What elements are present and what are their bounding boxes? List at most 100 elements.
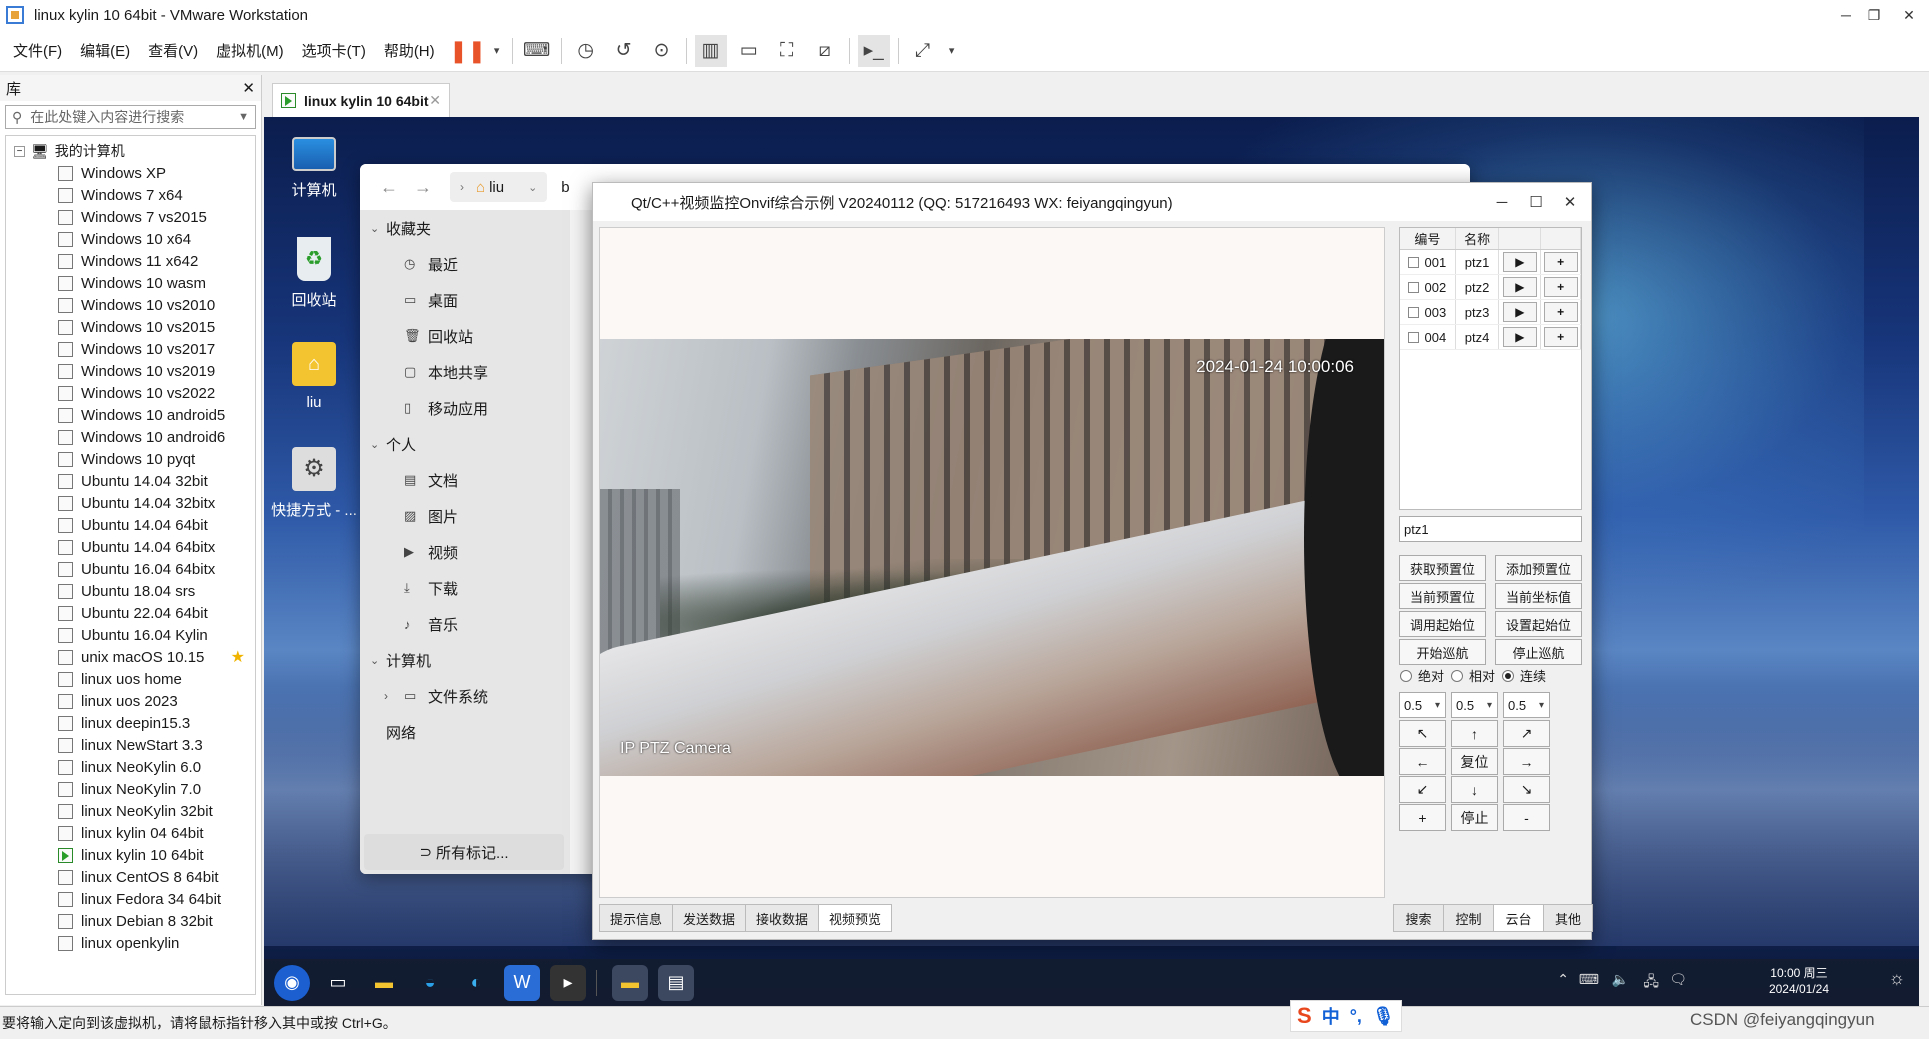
bottom-tab[interactable]: 视频预览 bbox=[818, 904, 893, 932]
unity-icon[interactable]: ⧄ bbox=[809, 35, 841, 67]
fullscreen-icon[interactable]: ⛶ bbox=[771, 35, 803, 67]
forward-icon[interactable]: → bbox=[406, 177, 440, 198]
tree-item[interactable]: linux uos 2023 bbox=[6, 690, 255, 712]
console-icon[interactable]: ▸_ bbox=[857, 34, 890, 67]
tree-item[interactable]: linux kylin 10 64bit bbox=[6, 844, 255, 866]
ptz-row[interactable]: 003 ptz3 ▶ + bbox=[1400, 300, 1581, 325]
taskbar-clock[interactable]: 10:00 周三 2024/01/24 bbox=[1769, 965, 1829, 997]
microphone-icon[interactable]: 🎙 bbox=[1372, 1006, 1395, 1027]
bottom-tab[interactable]: 提示信息 bbox=[599, 904, 673, 932]
chevron-down-icon[interactable]: ▾ bbox=[945, 35, 959, 67]
chevron-down-icon[interactable]: ⌄ bbox=[370, 222, 386, 235]
menu-view[interactable]: 查看(V) bbox=[139, 30, 207, 72]
fm-sidebar-item[interactable]: ◷ 最近 bbox=[360, 246, 570, 282]
ptz-row[interactable]: 004 ptz4 ▶ + bbox=[1400, 325, 1581, 350]
chevron-down-icon[interactable]: ⌄ bbox=[370, 654, 386, 667]
radio-dot[interactable] bbox=[1502, 669, 1514, 682]
ptz-action-button[interactable]: 设置起始位 bbox=[1495, 611, 1582, 637]
close-icon[interactable]: ✕ bbox=[429, 92, 441, 109]
add-button[interactable]: + bbox=[1543, 327, 1578, 347]
column-header[interactable]: 编号 bbox=[1400, 228, 1456, 249]
tree-item[interactable]: Windows 10 vs2017 bbox=[6, 338, 255, 360]
tree-root[interactable]: − 🖥 我的计算机 bbox=[6, 140, 255, 162]
tree-item[interactable]: Ubuntu 14.04 64bitx bbox=[6, 536, 255, 558]
desktop-icon-computer[interactable]: 计算机 bbox=[269, 137, 359, 200]
video-panel[interactable]: 2024-01-24 10:00:06 IP PTZ Camera bbox=[599, 227, 1385, 898]
tree-item[interactable]: Ubuntu 14.04 64bit bbox=[6, 514, 255, 536]
ptz-action-button[interactable]: 当前坐标值 bbox=[1495, 583, 1582, 609]
column-header[interactable]: 名称 bbox=[1456, 228, 1500, 249]
ime-mode[interactable]: 中 bbox=[1322, 1003, 1340, 1029]
fm-sidebar-item[interactable]: ♪ 音乐 bbox=[360, 606, 570, 642]
bottom-tab[interactable]: 接收数据 bbox=[745, 904, 819, 932]
tree-item[interactable]: linux NeoKylin 32bit bbox=[6, 800, 255, 822]
tree-item[interactable]: Windows 7 vs2015 bbox=[6, 206, 255, 228]
tree-item[interactable]: Windows 10 vs2015 bbox=[6, 316, 255, 338]
restore-button[interactable]: ❐ bbox=[1858, 0, 1890, 30]
tree-item[interactable]: linux CentOS 8 64bit bbox=[6, 866, 255, 888]
library-search-input[interactable]: ⚲ 在此处键入内容进行搜索 ▼ bbox=[5, 105, 256, 129]
radio-dot[interactable] bbox=[1451, 669, 1463, 682]
bottom-tab[interactable]: 发送数据 bbox=[672, 904, 746, 932]
close-button[interactable]: ✕ bbox=[1553, 183, 1587, 221]
mode-radio[interactable]: 连续 bbox=[1502, 666, 1546, 685]
fm-section-header[interactable]: ⌄ 个人 bbox=[360, 426, 570, 462]
multitask-icon[interactable]: ▭ bbox=[320, 965, 356, 1001]
stretch-icon[interactable]: ⤢ bbox=[907, 35, 939, 67]
right-tab[interactable]: 云台 bbox=[1493, 904, 1543, 932]
ptz-row[interactable]: 001 ptz1 ▶ + bbox=[1400, 250, 1581, 275]
fm-section-header[interactable]: ⌄ 收藏夹 bbox=[360, 210, 570, 246]
tree-item[interactable]: Windows 10 wasm bbox=[6, 272, 255, 294]
tree-item[interactable]: Windows 10 vs2010 bbox=[6, 294, 255, 316]
snapshot-icon[interactable]: ◷ bbox=[570, 35, 602, 67]
tree-item[interactable]: Windows 10 vs2019 bbox=[6, 360, 255, 382]
chevron-down-icon[interactable]: ⌄ bbox=[528, 181, 537, 194]
tree-item[interactable]: Windows XP bbox=[6, 162, 255, 184]
camera-frame[interactable]: 2024-01-24 10:00:06 IP PTZ Camera bbox=[600, 339, 1384, 776]
tree-item[interactable]: Ubuntu 18.04 srs bbox=[6, 580, 255, 602]
mode-radio[interactable]: 绝对 bbox=[1400, 666, 1444, 685]
ptz-name-input[interactable]: ptz1 bbox=[1399, 516, 1582, 542]
add-button[interactable]: + bbox=[1543, 277, 1578, 297]
ptz-direction-button[interactable]: ↙ bbox=[1399, 776, 1446, 803]
ptz-direction-button[interactable]: ↓ bbox=[1451, 776, 1498, 803]
breadcrumb-item[interactable]: liu bbox=[489, 179, 504, 196]
close-button[interactable]: ✕ bbox=[1893, 0, 1925, 30]
revert-snapshot-icon[interactable]: ↺ bbox=[608, 35, 640, 67]
notification-icon[interactable]: 🗨 bbox=[1669, 971, 1687, 988]
breadcrumb-next[interactable]: b bbox=[561, 179, 569, 196]
volume-icon[interactable]: 🔈 bbox=[1612, 971, 1629, 988]
ptz-direction-button[interactable]: → bbox=[1503, 748, 1550, 775]
tree-item[interactable]: Windows 7 x64 bbox=[6, 184, 255, 206]
fm-sidebar-item[interactable]: › ▭ 文件系统 bbox=[360, 678, 570, 714]
tree-item[interactable]: Windows 10 android5 bbox=[6, 404, 255, 426]
tree-item[interactable]: linux Fedora 34 64bit bbox=[6, 888, 255, 910]
maximize-button[interactable]: ☐ bbox=[1519, 183, 1553, 221]
fm-sidebar-item[interactable]: ▶ 视频 bbox=[360, 534, 570, 570]
right-tab[interactable]: 其他 bbox=[1543, 904, 1593, 932]
wps-writer-icon[interactable]: W bbox=[504, 964, 540, 1001]
tree-item[interactable]: linux NewStart 3.3 bbox=[6, 734, 255, 756]
ptz-action-button[interactable]: 添加预置位 bbox=[1495, 555, 1582, 581]
star-icon[interactable]: ★ bbox=[231, 647, 245, 667]
ptz-direction-button[interactable]: 复位 bbox=[1451, 748, 1498, 775]
tree-item[interactable]: unix macOS 10.15 ★ bbox=[6, 646, 255, 668]
send-keys-icon[interactable]: ⌨ bbox=[521, 35, 553, 67]
chevron-down-icon[interactable]: ⌄ bbox=[370, 438, 386, 451]
chevron-up-icon[interactable]: ⌃ bbox=[1557, 971, 1569, 988]
speed-select[interactable]: 0.5 bbox=[1503, 692, 1550, 718]
network-icon[interactable]: 🖧 bbox=[1643, 971, 1659, 995]
ptz-action-button[interactable]: 开始巡航 bbox=[1399, 639, 1486, 665]
tree-item[interactable]: linux NeoKylin 7.0 bbox=[6, 778, 255, 800]
all-tags-button[interactable]: ⊃ 所有标记... bbox=[364, 834, 564, 870]
minimize-button[interactable]: ─ bbox=[1485, 183, 1519, 221]
keyboard-icon[interactable]: ⌨ bbox=[1579, 971, 1599, 988]
fm-sidebar-item[interactable]: ▤ 文档 bbox=[360, 462, 570, 498]
add-button[interactable]: + bbox=[1543, 302, 1578, 322]
ptz-action-button[interactable]: 调用起始位 bbox=[1399, 611, 1486, 637]
file-manager-task-icon[interactable]: ▬ bbox=[612, 964, 648, 1001]
file-manager-icon[interactable]: ▬ bbox=[366, 965, 402, 1001]
ptz-direction-button[interactable]: ↗ bbox=[1503, 720, 1550, 747]
punctuation-icon[interactable]: °, bbox=[1350, 1006, 1362, 1027]
tree-item[interactable]: Ubuntu 22.04 64bit bbox=[6, 602, 255, 624]
